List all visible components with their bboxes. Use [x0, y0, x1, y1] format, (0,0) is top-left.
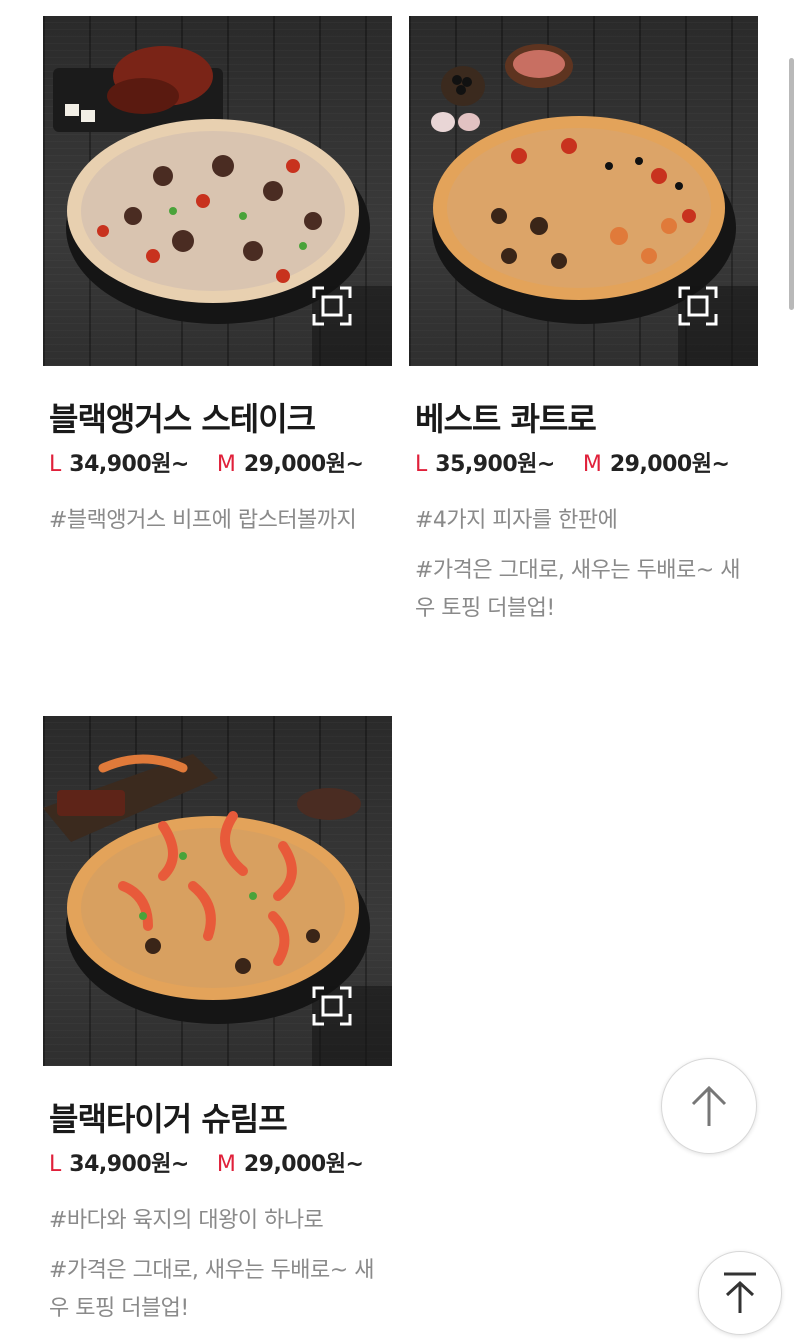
product-card-black-tiger-shrimp[interactable]: 블랙타이거 슈림프 L 34,900원~ M 29,000원~ #바다와 육지의 대왕…: [43, 716, 393, 1340]
zoom-button[interactable]: [312, 986, 392, 1066]
product-card-black-angus[interactable]: 블랙앵거스 스테이크 L 34,900원~ M 29,000원~ #블랙앵거스 비프에…: [43, 16, 393, 552]
product-description: #4가지 피자를 한판에 #가격은 그대로, 새우는 두배로~ 새우 토핑 더블…: [415, 502, 745, 628]
zoom-button[interactable]: [312, 286, 392, 366]
size-m-label: M: [582, 452, 602, 477]
size-m-label: M: [216, 452, 236, 477]
scroll-up-button[interactable]: [661, 1058, 757, 1154]
product-description: #바다와 육지의 대왕이 하나로 #가격은 그대로, 새우는 두배로~ 새우 토…: [49, 1202, 379, 1328]
scroll-to-top-icon: [724, 1272, 756, 1313]
arrow-up-icon: [691, 1085, 727, 1126]
price-row: L 35,900원~ M 29,000원~: [415, 450, 759, 480]
size-l-label: L: [49, 1152, 62, 1177]
product-description: #블랙앵거스 비프에 랍스터볼까지: [49, 502, 379, 540]
desc-line: #블랙앵거스 비프에 랍스터볼까지: [49, 508, 357, 533]
expand-icon: [678, 286, 718, 326]
price-m: 29,000원~: [243, 452, 364, 477]
expand-icon: [312, 286, 352, 326]
size-m-label: M: [216, 1152, 236, 1177]
price-row: L 34,900원~ M 29,000원~: [49, 450, 393, 480]
desc-line: #가격은 그대로, 새우는 두배로~ 새우 토핑 더블업!: [49, 1258, 374, 1321]
price-l: 34,900원~: [69, 1152, 189, 1177]
desc-line: #가격은 그대로, 새우는 두배로~ 새우 토핑 더블업!: [415, 558, 740, 621]
size-l-label: L: [49, 452, 62, 477]
product-name[interactable]: 블랙앵거스 스테이크: [49, 400, 393, 438]
product-image[interactable]: [43, 716, 392, 1066]
product-image[interactable]: [43, 16, 392, 366]
price-l: 34,900원~: [69, 452, 189, 477]
product-name[interactable]: 베스트 콰트로: [415, 400, 759, 438]
price-row: L 34,900원~ M 29,000원~: [49, 1150, 393, 1180]
price-l: 35,900원~: [435, 452, 555, 477]
size-l-label: L: [415, 452, 428, 477]
expand-icon: [312, 986, 352, 1026]
scrollbar[interactable]: [789, 58, 794, 310]
desc-line: #바다와 육지의 대왕이 하나로: [49, 1208, 324, 1233]
price-m: 29,000원~: [609, 452, 730, 477]
price-m: 29,000원~: [243, 1152, 364, 1177]
scroll-to-top-button[interactable]: [698, 1251, 782, 1335]
product-card-best-quattro[interactable]: 베스트 콰트로 L 35,900원~ M 29,000원~ #4가지 피자를 한판에 …: [409, 16, 759, 640]
product-name[interactable]: 블랙타이거 슈림프: [49, 1100, 393, 1138]
product-image[interactable]: [409, 16, 758, 366]
desc-line: #4가지 피자를 한판에: [415, 508, 618, 533]
zoom-button[interactable]: [678, 286, 758, 366]
